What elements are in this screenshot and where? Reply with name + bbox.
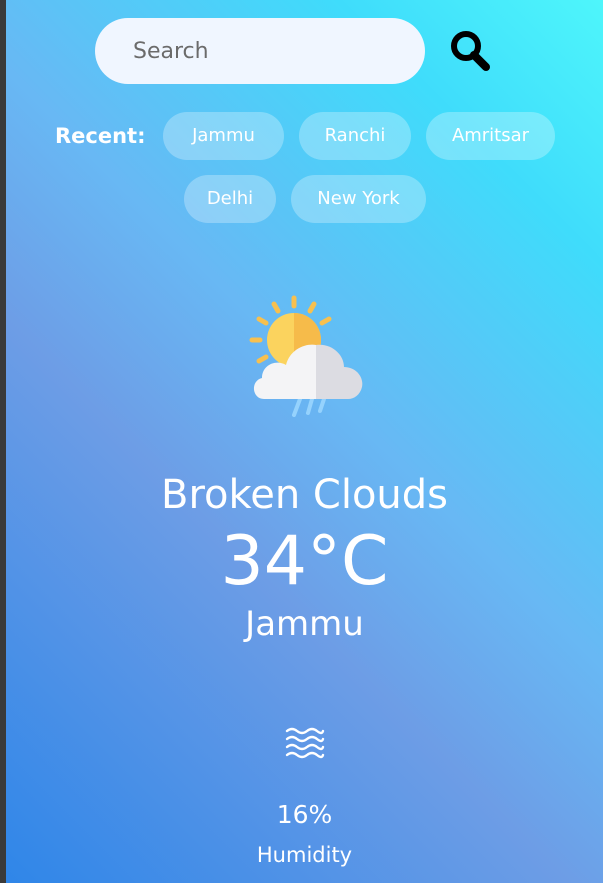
recent-city-chip[interactable]: Ranchi: [299, 112, 411, 160]
temperature: 34°C: [220, 522, 389, 601]
recent-city-chip[interactable]: Amritsar: [426, 112, 555, 160]
weather-condition: Broken Clouds: [161, 472, 448, 518]
recent-city-chip[interactable]: Jammu: [163, 112, 284, 160]
humidity-label: Humidity: [256, 843, 353, 867]
search-input[interactable]: [95, 18, 425, 84]
partly-cloudy-rain-icon: [246, 295, 364, 420]
recent-city-chip[interactable]: New York: [291, 175, 426, 223]
recent-label: Recent:: [55, 124, 146, 148]
humidity-value: 16%: [276, 800, 333, 829]
recent-city-chip[interactable]: Delhi: [184, 175, 276, 223]
city-name: Jammu: [245, 604, 364, 644]
search-icon: [451, 31, 490, 71]
waves-icon: [285, 726, 325, 762]
search-bar: [95, 18, 425, 84]
search-button[interactable]: [446, 27, 494, 75]
weather-app: Recent: Jammu Ranchi Amritsar Delhi New …: [6, 0, 603, 883]
